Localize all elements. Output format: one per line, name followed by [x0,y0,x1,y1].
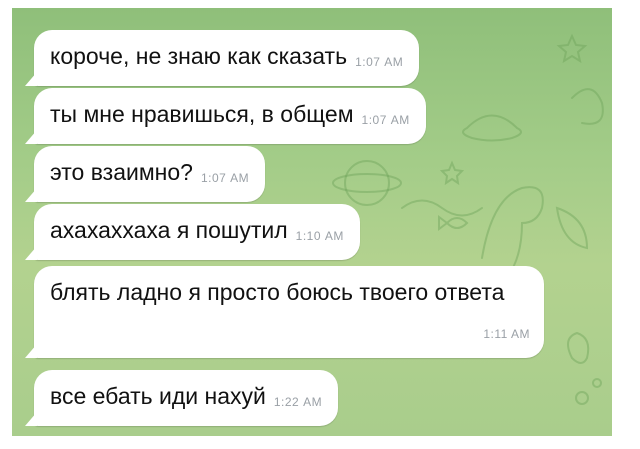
ufo-doodle [462,114,522,142]
fish-doodle [438,215,469,231]
planet-ring-doodle [332,173,402,193]
message-bubble[interactable]: все ебать иди нахуй 1:22 AM [24,370,339,426]
message-bubble[interactable]: ты мне нравишься, в общем 1:07 AM [25,88,426,144]
message-bubble[interactable]: ахахаххаха я пошутил 1:10 AM [25,204,360,260]
message-text: короче, не знаю как сказать [50,43,348,69]
message-time: 1:07 AM [200,171,250,185]
loop-doodle [571,88,604,125]
planet-doodle [344,160,390,206]
message-time: 1:22 AM [273,395,323,409]
message-time: 1:07 AM [361,113,410,127]
message-text: блять ладно я просто боюсь твоего ответа [50,279,505,305]
bubble-doodle [575,391,589,405]
message-time: 1:10 AM [295,229,344,243]
message-bubble[interactable]: блять ладно я просто боюсь твоего ответа… [25,266,544,358]
bubble-doodle [592,378,602,388]
message-text: ты мне нравишься, в общем [50,101,354,127]
leaf-doodle [555,206,589,250]
star-doodle [556,33,588,64]
message-bubble[interactable]: короче, не знаю как сказать 1:07 AM [24,30,420,86]
flower-doodle [567,331,590,364]
star-doodle [439,160,465,186]
message-bubble[interactable]: это взаимно? 1:07 AM [24,146,266,202]
chat-area: короче, не знаю как сказать 1:07 AM ты мн… [12,8,612,436]
message-time: 1:11 AM [483,327,530,341]
message-text: это взаимно? [50,159,193,185]
message-time: 1:07 AM [355,55,404,69]
message-text: ахахаххаха я пошутил [50,217,288,243]
wave-doodle [401,199,483,217]
message-text: все ебать иди нахуй [50,383,266,409]
